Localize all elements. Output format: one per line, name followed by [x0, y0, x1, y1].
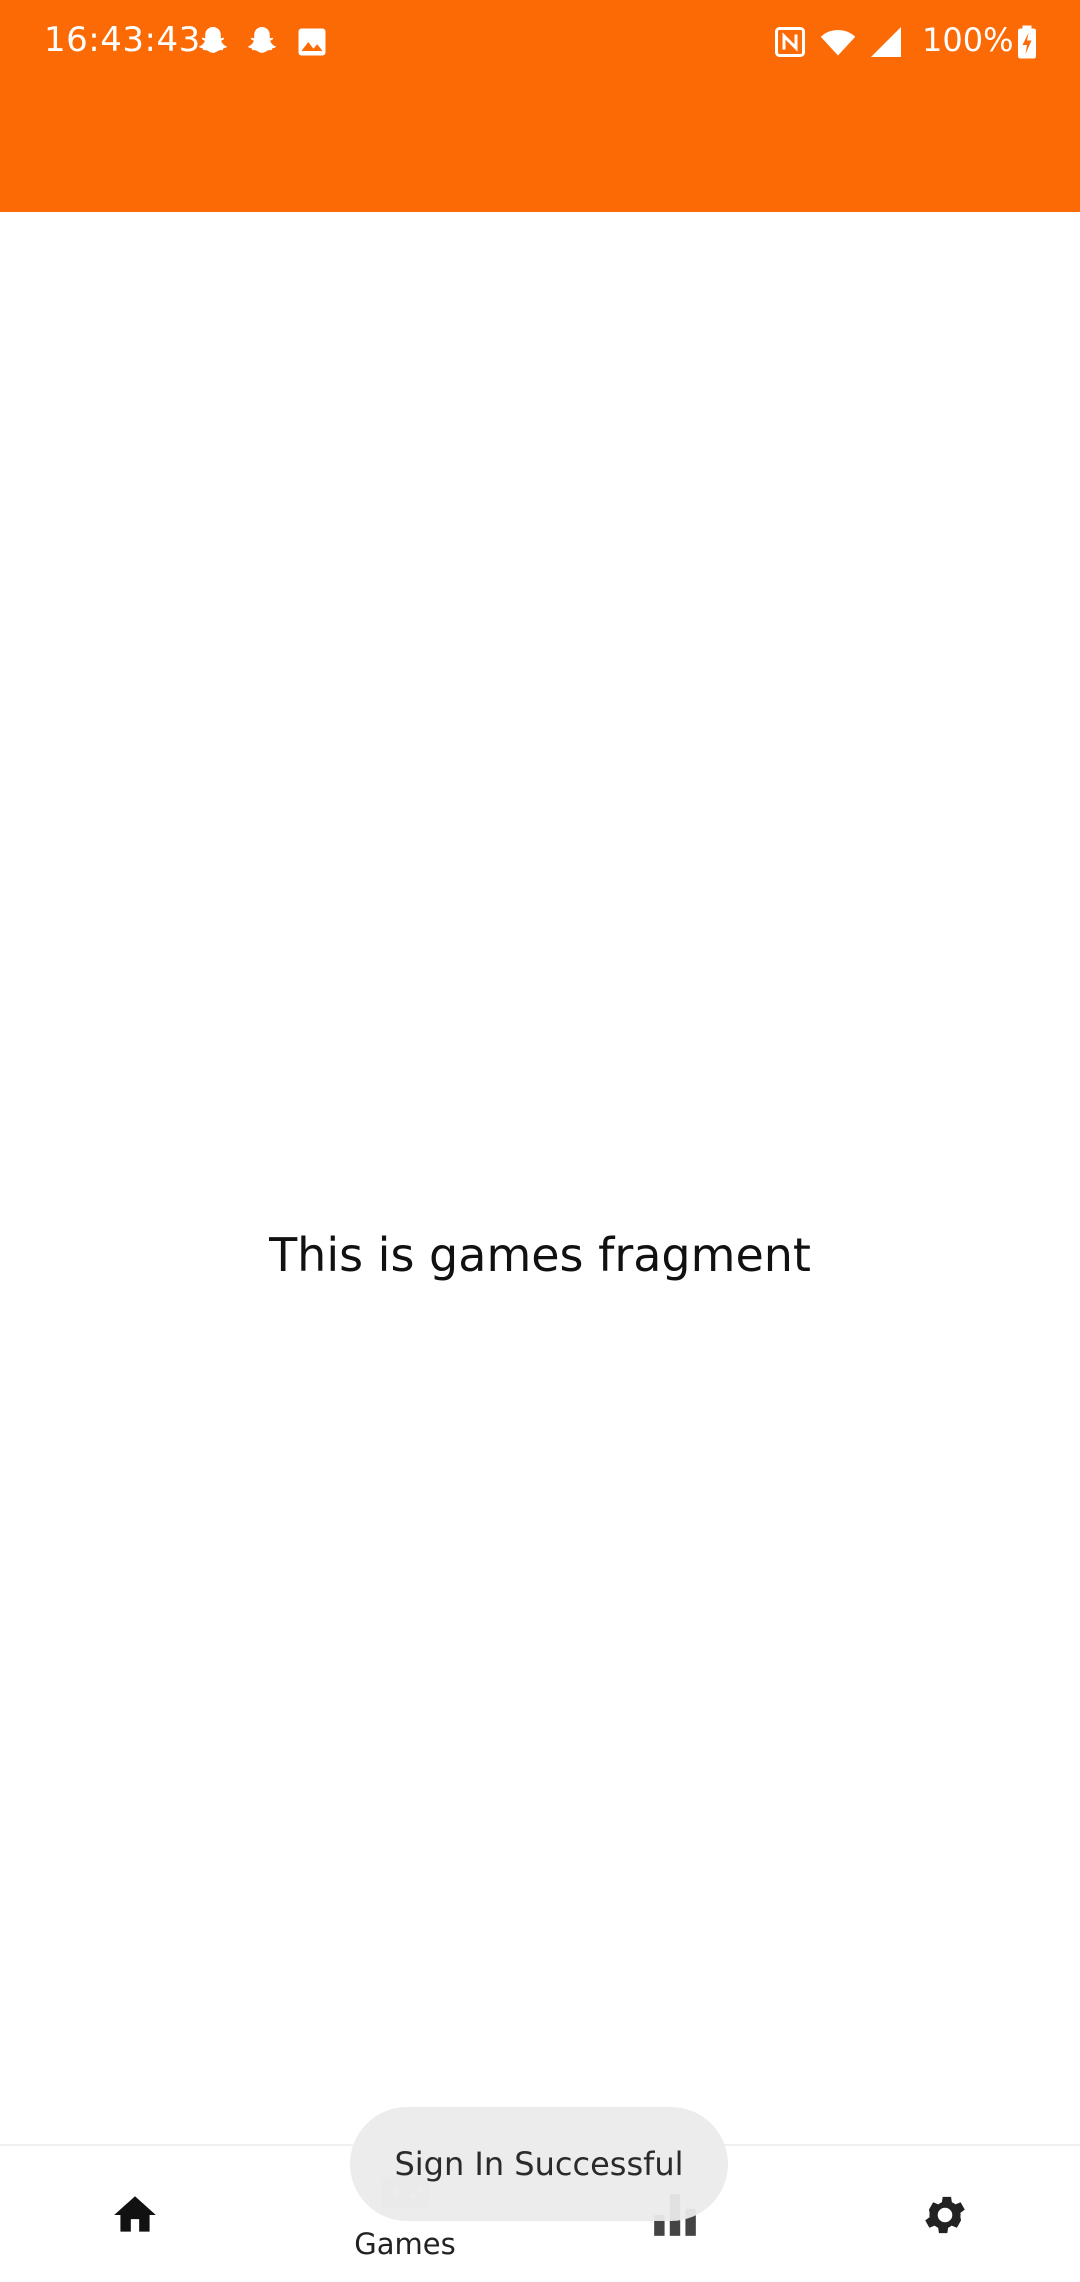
battery-charging-icon	[1018, 25, 1036, 59]
gear-icon	[925, 2196, 965, 2234]
snapchat-icon	[248, 27, 276, 53]
app-bar: 16:43:43 100%	[0, 0, 1080, 212]
fragment-message: This is games fragment	[269, 1228, 811, 1282]
nav-item-games-label: Games	[354, 2227, 456, 2261]
toast-message: Sign In Successful	[350, 2107, 728, 2221]
image-icon	[298, 28, 326, 56]
status-bar: 16:43:43 100%	[0, 0, 1080, 82]
nav-item-home[interactable]	[0, 2146, 270, 2282]
nav-item-settings[interactable]	[810, 2146, 1080, 2282]
snapchat-icon	[199, 27, 227, 53]
home-icon	[114, 2196, 156, 2232]
status-time: 16:43:43	[44, 20, 201, 60]
nfc-icon	[775, 27, 805, 57]
battery-percentage: 100%	[922, 21, 1014, 59]
wifi-icon	[820, 30, 856, 56]
signal-icon	[871, 27, 901, 57]
